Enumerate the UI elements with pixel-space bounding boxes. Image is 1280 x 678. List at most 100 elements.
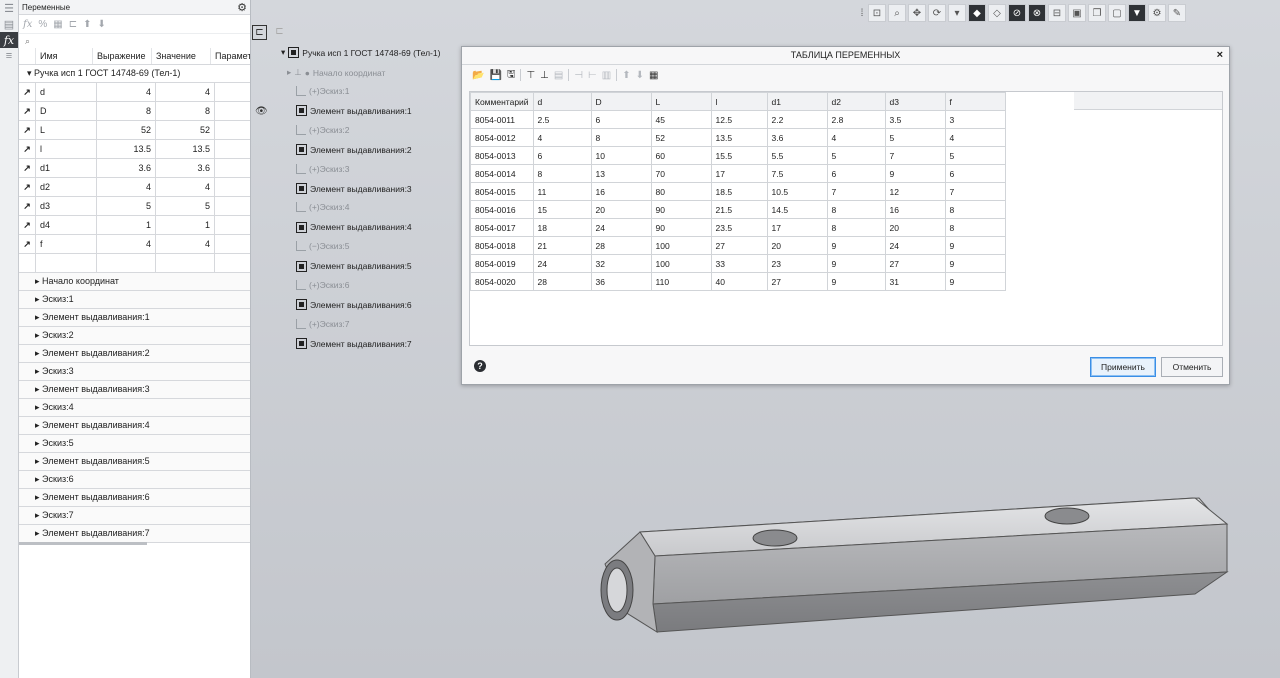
filter-icon[interactable]: ▼ (1128, 4, 1146, 22)
table-cell-value[interactable]: 4 (532, 128, 592, 147)
variable-expression[interactable]: 8 (97, 102, 156, 120)
page-icon[interactable]: ▢ (1108, 4, 1126, 22)
column-header-value[interactable]: Значение (152, 48, 211, 64)
table-row[interactable]: 8054-0013 6 10 60 15.5 5.5 5 7 5 (470, 146, 1006, 165)
variable-row[interactable]: ↗ d2 4 4 (19, 178, 250, 197)
table-cell-value[interactable]: 28 (590, 236, 652, 255)
fx-icon[interactable]: fx (23, 19, 32, 30)
table-cell-value[interactable]: 7 (944, 182, 1006, 201)
column-header-parameter[interactable]: Парамет (211, 48, 250, 64)
feature-group-row[interactable]: ▸ Элемент выдавливания:1 (19, 309, 250, 327)
variable-name[interactable]: L (36, 121, 97, 139)
table-cell-value[interactable]: 5 (944, 146, 1006, 165)
table-cell-value[interactable]: 5 (826, 146, 886, 165)
table-cell-value[interactable]: 6 (532, 146, 592, 165)
dropdown-chevron-icon[interactable]: ▾ (948, 4, 966, 22)
table-cell-value[interactable]: 6 (944, 164, 1006, 183)
close-icon[interactable]: × (1217, 47, 1223, 64)
variable-name[interactable]: d3 (36, 197, 97, 215)
table-row[interactable]: 8054-0015 11 16 80 18.5 10.5 7 12 7 (470, 182, 1006, 201)
expand-right-icon[interactable]: ▸ (35, 366, 40, 376)
expand-right-icon[interactable]: ▸ (35, 348, 40, 358)
tree-extrude-item[interactable]: Элемент выдавливания:2 (296, 144, 412, 156)
table-row[interactable]: 8054-0020 28 36 110 40 27 9 31 9 (470, 272, 1006, 291)
column-header-name[interactable]: Имя (36, 48, 93, 64)
table-cell-value[interactable]: 8 (590, 128, 652, 147)
table-cell-comment[interactable]: 8054-0016 (470, 200, 534, 219)
handle-3d-model[interactable] (595, 494, 1235, 644)
table-cell-value[interactable]: 24 (884, 236, 946, 255)
table-cell-value[interactable]: 7.5 (766, 164, 828, 183)
insert-column-icon[interactable]: ⊣ (574, 70, 583, 81)
add-column-icon[interactable]: ⊢ (588, 70, 597, 81)
table-row[interactable]: 8054-0011 2.5 6 45 12.5 2.2 2.8 3.5 3 (470, 110, 1006, 129)
feature-group-row[interactable]: ▸ Начало координат (19, 273, 250, 291)
variable-name[interactable]: d4 (36, 216, 97, 234)
table-cell-value[interactable]: 8 (944, 218, 1006, 237)
feature-group-row[interactable]: ▸ Элемент выдавливания:5 (19, 453, 250, 471)
layers-icon[interactable]: ▣ (1068, 4, 1086, 22)
table-cell-value[interactable]: 18.5 (710, 182, 768, 201)
table-cell-value[interactable]: 21 (532, 236, 592, 255)
table-row[interactable]: 8054-0017 18 24 90 23.5 17 8 20 8 (470, 218, 1006, 237)
feature-group-row[interactable]: ▸ Эскиз:5 (19, 435, 250, 453)
table-cell-value[interactable]: 90 (650, 200, 712, 219)
table-cell-value[interactable]: 80 (650, 182, 712, 201)
table-column-header[interactable]: D (590, 92, 652, 111)
arrow-up-icon[interactable]: ⬆ (83, 19, 91, 30)
table-row[interactable]: 8054-0016 15 20 90 21.5 14.5 8 16 8 (470, 200, 1006, 219)
table-cell-value[interactable]: 70 (650, 164, 712, 183)
table-cell-value[interactable]: 27 (766, 272, 828, 291)
expand-right-icon[interactable]: ▸ (35, 456, 40, 466)
table-cell-value[interactable]: 23 (766, 254, 828, 273)
shaded-cube-icon[interactable]: ◆ (968, 4, 986, 22)
table-cell-value[interactable]: 18 (532, 218, 592, 237)
table-cell-value[interactable]: 3.6 (766, 128, 828, 147)
variable-expression[interactable]: 13.5 (97, 140, 156, 158)
table-cell-value[interactable]: 40 (710, 272, 768, 291)
table-column-header[interactable]: d1 (766, 92, 828, 111)
table-cell-value[interactable]: 9 (826, 272, 886, 291)
expand-right-icon[interactable]: ▸ (35, 438, 40, 448)
expand-down-icon[interactable]: ▾ (281, 47, 285, 58)
expand-right-icon[interactable]: ▸ (35, 312, 40, 322)
table-column-header[interactable]: Комментарий (470, 92, 534, 111)
tree-extrude-item[interactable]: Элемент выдавливания:1 (296, 105, 412, 117)
feature-group-row[interactable]: ▸ Эскиз:1 (19, 291, 250, 309)
save-icon[interactable]: 💾 (489, 70, 501, 81)
variable-name[interactable]: D (36, 102, 97, 120)
rotate-icon[interactable]: ⟳ (928, 4, 946, 22)
table-column-header[interactable]: l (710, 92, 768, 111)
horizontal-scrollbar[interactable] (19, 542, 147, 545)
feature-group-row[interactable]: ▸ Эскиз:2 (19, 327, 250, 345)
table-cell-value[interactable]: 24 (590, 218, 652, 237)
wire-cube-icon[interactable]: ◇ (988, 4, 1006, 22)
table-cell-value[interactable]: 100 (650, 254, 712, 273)
apply-button[interactable]: Применить (1090, 357, 1156, 377)
tree-sketch-item[interactable]: (+)Эскиз:1 (296, 86, 349, 96)
variable-parameter[interactable] (215, 102, 250, 120)
variable-parameter[interactable] (215, 216, 250, 234)
expand-right-icon[interactable]: ▸ (35, 276, 40, 286)
table-cell-value[interactable]: 2.8 (826, 110, 886, 129)
table-cell-value[interactable]: 6 (590, 110, 652, 129)
tree-root[interactable]: ▾ Ручка исп 1 ГОСТ 14748-69 (Тел-1) (281, 47, 440, 58)
variable-expression[interactable]: 52 (97, 121, 156, 139)
tree-sketch-item[interactable]: (+)Эскиз:6 (296, 280, 349, 290)
variable-name[interactable] (36, 254, 97, 272)
table-grid-icon[interactable]: ▦ (649, 70, 658, 81)
table-cell-comment[interactable]: 8054-0018 (470, 236, 534, 255)
link-icon[interactable]: % (38, 19, 47, 30)
expand-right-icon[interactable]: ▸ (35, 528, 40, 538)
expand-right-icon[interactable]: ▸ (35, 474, 40, 484)
tree-sketch-item[interactable]: (+)Эскиз:7 (296, 318, 349, 329)
variable-expression[interactable]: 3.6 (97, 159, 156, 177)
table-cell-comment[interactable]: 8054-0012 (470, 128, 534, 147)
table-cell-value[interactable]: 8 (826, 218, 886, 237)
expand-right-icon[interactable]: ▸ (35, 420, 40, 430)
expand-right-icon[interactable]: ▸ (35, 384, 40, 394)
tree-view-icon[interactable]: ⊏ (252, 25, 267, 40)
variable-parameter[interactable] (215, 121, 250, 139)
table-cell-value[interactable]: 3.5 (884, 110, 946, 129)
table-cell-value[interactable]: 6 (826, 164, 886, 183)
